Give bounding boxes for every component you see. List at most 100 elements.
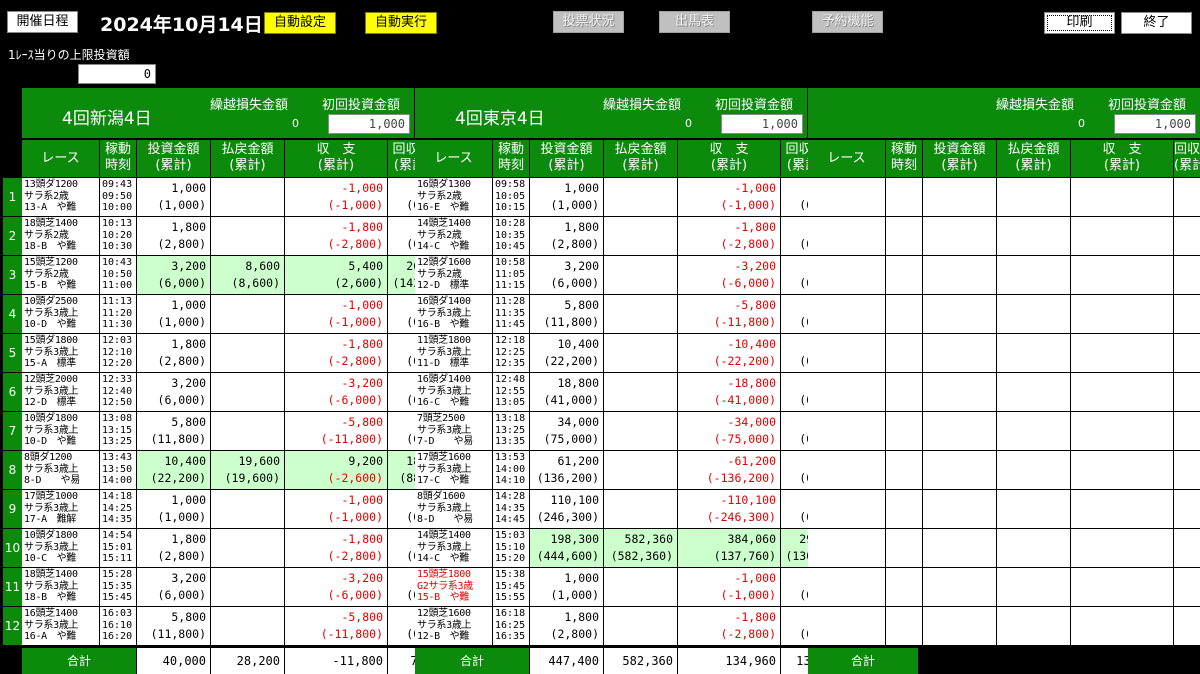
- grid-cell: [211, 373, 284, 411]
- grid-cell: [1071, 217, 1173, 255]
- inv-value: 5,800: [171, 415, 206, 429]
- race-time-line: 12:20: [102, 358, 133, 369]
- grid-cell: 1,800 (2,800): [530, 217, 603, 255]
- grid-cell: [923, 607, 996, 645]
- grid-cell: [886, 373, 922, 411]
- inv-value: 1,800: [564, 610, 599, 624]
- exit-button[interactable]: 終了: [1121, 12, 1192, 34]
- initial-bet-input[interactable]: 1,000: [328, 114, 410, 134]
- race-info: 16頭ダ1300 サラ系2歳 16-E や難: [415, 178, 492, 214]
- grid-cell: 1,000 (1,000): [137, 490, 210, 528]
- col-header-text: 投資金額: [540, 142, 593, 157]
- race-info: 11頭芝1800 サラ系3歳上 11-D 標準: [415, 334, 492, 370]
- race-time-line: 11:15: [495, 280, 526, 291]
- bal-values: -1,800 (-2,800): [678, 217, 780, 253]
- race-info-line: 8頭ダ1200: [24, 452, 73, 463]
- race-info-line: サラ系3歳上: [417, 502, 472, 514]
- grid-cell: 12:03 12:10 12:20: [100, 334, 136, 372]
- venue-header: 4回新潟4日 繰越損失金額 初回投資金額 0 1,000: [22, 88, 414, 138]
- grid-cell: 17頭芝1600 サラ系3歳上 17-C や難: [415, 451, 492, 489]
- race-time-line: 16:10: [102, 619, 133, 631]
- col-header-text: 時刻: [890, 158, 917, 173]
- grid-cell: 15頭ダ1800 サラ系3歳上 15-A 標準: [22, 334, 99, 372]
- reservation-button[interactable]: 予約機能: [812, 11, 883, 33]
- race-info-line: 17頭芝1600: [417, 452, 471, 463]
- pay-values: [604, 373, 677, 375]
- race-times: 12:33 12:40 12:50: [100, 373, 136, 409]
- grid-cell: [211, 295, 284, 333]
- race-info-line: 14-C や難: [417, 241, 469, 252]
- race-info-line: 15頭芝1200: [24, 257, 78, 268]
- pay-values: [604, 412, 677, 414]
- race-limit-input[interactable]: 0: [78, 64, 156, 84]
- bal-values: -1,000 (-1,000): [678, 178, 780, 214]
- grid-cell: [808, 568, 885, 606]
- grid-cell: [1174, 256, 1200, 294]
- col-header-text: 時刻: [497, 158, 524, 173]
- grid-cell: [1174, 217, 1200, 255]
- grid-cell: [997, 412, 1070, 450]
- initial-bet-input[interactable]: 1,000: [1114, 114, 1196, 134]
- col-header-time: 稼動 時刻: [493, 140, 529, 177]
- grid-cell: 7頭芝2500 サラ系3歳上 7-D や易: [415, 412, 492, 450]
- race-info: 10頭ダ2500 サラ系3歳上 10-D や難: [22, 295, 99, 331]
- race-times: 10:58 11:05 11:15: [493, 256, 529, 292]
- race-info-line: 7-D や易: [417, 436, 473, 447]
- initial-bet-label: 初回投資金額: [1108, 98, 1187, 113]
- grid-cell: 11:28 11:35 11:45: [493, 295, 529, 333]
- race-time-line: 09:43: [102, 179, 133, 190]
- col-header-text: 収 支: [709, 142, 749, 157]
- grid-cell: [808, 451, 885, 489]
- bal-cumulative: (-2,600): [327, 471, 383, 485]
- schedule-button[interactable]: 開催日程: [7, 11, 78, 33]
- grid-cell: 198,300 (444,600): [530, 529, 603, 567]
- bal-cumulative: (-22,200): [713, 354, 776, 368]
- race-info-line: 15-B や難: [417, 592, 469, 603]
- race-info-line: 10頭ダ2500: [24, 296, 78, 307]
- initial-bet-input[interactable]: 1,000: [721, 114, 803, 134]
- vote-status-button[interactable]: 投票状況: [553, 11, 624, 33]
- total-investment: 447,400: [530, 648, 603, 674]
- race-info-line: サラ系3歳上: [24, 385, 79, 397]
- carryover-value: 0: [685, 117, 692, 130]
- race-info-line: 12頭芝1600: [417, 608, 471, 619]
- race-times: 14:54 15:01 15:11: [100, 529, 136, 565]
- bal-value: -34,000: [727, 415, 776, 429]
- grid-cell: [886, 451, 922, 489]
- grid-cell: [1071, 490, 1173, 528]
- auto-exec-button[interactable]: 自動実行: [365, 12, 437, 34]
- grid-cell: -5,800 (-11,800): [678, 295, 780, 333]
- auto-setting-button[interactable]: 自動設定: [264, 12, 336, 34]
- grid-cell: [1071, 373, 1173, 411]
- race-info-line: サラ系3歳上: [24, 463, 79, 475]
- grid-cell: -1,000 (-1,000): [285, 490, 387, 528]
- grid-cell: [211, 412, 284, 450]
- row-number: 3: [3, 256, 22, 294]
- pay-values: [211, 178, 284, 180]
- race-time-line: 15:11: [102, 553, 133, 564]
- race-info-line: 14-C や難: [417, 553, 469, 564]
- race-info: 14頭芝1400 サラ系2歳 14-C や難: [415, 217, 492, 253]
- grid-cell: [604, 256, 677, 294]
- inv-cumulative: (2,800): [550, 237, 599, 251]
- race-time-line: 10:43: [102, 257, 133, 268]
- race-info-line: 16-B や難: [417, 319, 469, 330]
- grid-cell: [808, 490, 885, 528]
- race-info-line: 15-B や難: [24, 280, 76, 291]
- bal-value: 5,400: [348, 259, 383, 273]
- inv-values: 1,800 (2,800): [137, 334, 210, 370]
- grid-cell: 13:53 14:00 14:10: [493, 451, 529, 489]
- grid-cell: 14:54 15:01 15:11: [100, 529, 136, 567]
- bal-values: -34,000 (-75,000): [678, 412, 780, 448]
- col-header-text: (累計): [548, 158, 585, 173]
- race-info-line: サラ系2歳: [417, 229, 462, 241]
- race-times: 13:18 13:25 13:35: [493, 412, 529, 448]
- race-info: 10頭ダ1800 サラ系3歳上 10-C や難: [22, 529, 99, 565]
- print-button[interactable]: 印刷: [1044, 12, 1115, 34]
- grid-cell: [604, 178, 677, 216]
- venue-name: 4回新潟4日: [62, 109, 152, 129]
- race-card-button[interactable]: 出馬表: [659, 11, 730, 33]
- grid-cell: 18頭芝1400 サラ系3歳上 18-B や難: [22, 568, 99, 606]
- grid-cell: 16頭ダ1400 サラ系3歳上 16-C や難: [415, 373, 492, 411]
- inv-value: 1,000: [171, 181, 206, 195]
